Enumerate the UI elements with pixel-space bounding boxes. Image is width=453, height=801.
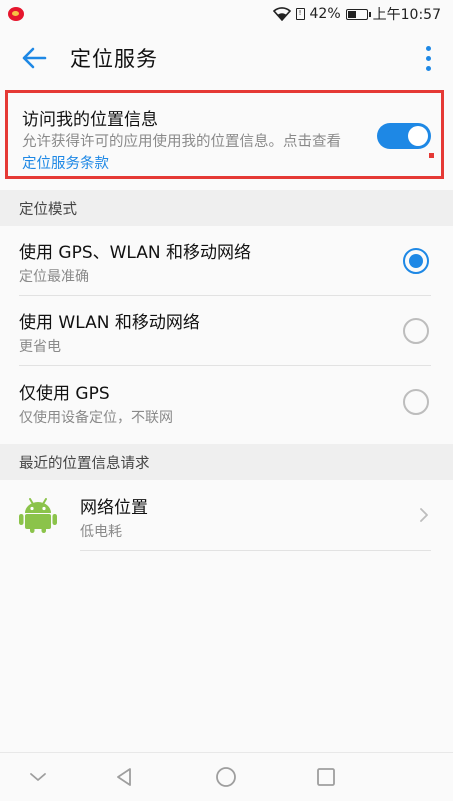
red-dot-marker <box>429 153 434 158</box>
toggle-knob <box>408 126 428 146</box>
access-desc-text: 允许获得许可的应用使用我的位置信息。点击查看 <box>22 134 341 150</box>
location-terms-link[interactable]: 定位服务条款 <box>22 156 109 172</box>
nav-recents-icon <box>317 768 335 786</box>
option-title: 仅使用 GPS <box>19 384 110 404</box>
nav-home-button[interactable] <box>212 763 240 791</box>
access-location-setting[interactable]: 访问我的位置信息 允许获得许可的应用使用我的位置信息。点击查看定位服务条款 <box>5 90 444 179</box>
nav-hide-button[interactable] <box>24 763 52 791</box>
location-mode-option-battery-saving[interactable]: 使用 WLAN 和移动网络 更省电 <box>0 296 453 366</box>
access-location-description: 允许获得许可的应用使用我的位置信息。点击查看定位服务条款 <box>22 131 352 175</box>
weibo-icon <box>8 7 24 21</box>
nav-home-icon <box>216 767 236 787</box>
recent-request-network-location[interactable]: 网络位置 低电耗 <box>0 479 453 551</box>
nav-back-button[interactable] <box>110 763 138 791</box>
request-title: 网络位置 <box>80 498 148 518</box>
nav-back-icon <box>117 768 131 786</box>
divider <box>80 550 431 551</box>
option-subtitle: 仅使用设备定位，不联网 <box>19 410 173 426</box>
navigation-bar <box>0 752 453 801</box>
wifi-icon <box>272 7 291 21</box>
access-location-title: 访问我的位置信息 <box>22 110 158 130</box>
battery-icon <box>345 8 371 20</box>
option-subtitle: 定位最准确 <box>19 269 89 285</box>
location-mode-option-high-accuracy[interactable]: 使用 GPS、WLAN 和移动网络 定位最准确 <box>0 226 453 296</box>
request-subtitle: 低电耗 <box>80 524 122 540</box>
back-button[interactable] <box>4 28 64 88</box>
nav-recents-button[interactable] <box>312 763 340 791</box>
location-mode-option-gps-only[interactable]: 仅使用 GPS 仅使用设备定位，不联网 <box>0 367 453 437</box>
more-options-button[interactable] <box>413 40 443 76</box>
sim-icon: ! <box>295 8 305 20</box>
android-icon <box>19 498 57 533</box>
app-bar: 定位服务 <box>0 28 453 88</box>
access-location-toggle[interactable] <box>377 123 431 149</box>
radio-unselected[interactable] <box>403 389 429 415</box>
back-arrow-icon <box>22 47 47 69</box>
status-bar: ! 42% 上午10:57 <box>0 0 453 28</box>
battery-percent: 42% <box>309 6 341 22</box>
option-title: 使用 GPS、WLAN 和移动网络 <box>19 243 252 263</box>
divider <box>19 365 431 366</box>
nav-hide-icon <box>30 773 46 781</box>
recent-requests-header: 最近的位置信息请求 <box>0 444 453 480</box>
chevron-right-icon <box>420 508 428 522</box>
option-title: 使用 WLAN 和移动网络 <box>19 313 200 333</box>
more-vert-icon <box>425 45 431 51</box>
status-time: 上午10:57 <box>372 7 441 23</box>
radio-unselected[interactable] <box>403 318 429 344</box>
option-subtitle: 更省电 <box>19 339 61 355</box>
location-mode-header: 定位模式 <box>0 190 453 226</box>
radio-selected[interactable] <box>403 248 429 274</box>
page-title: 定位服务 <box>70 47 158 71</box>
